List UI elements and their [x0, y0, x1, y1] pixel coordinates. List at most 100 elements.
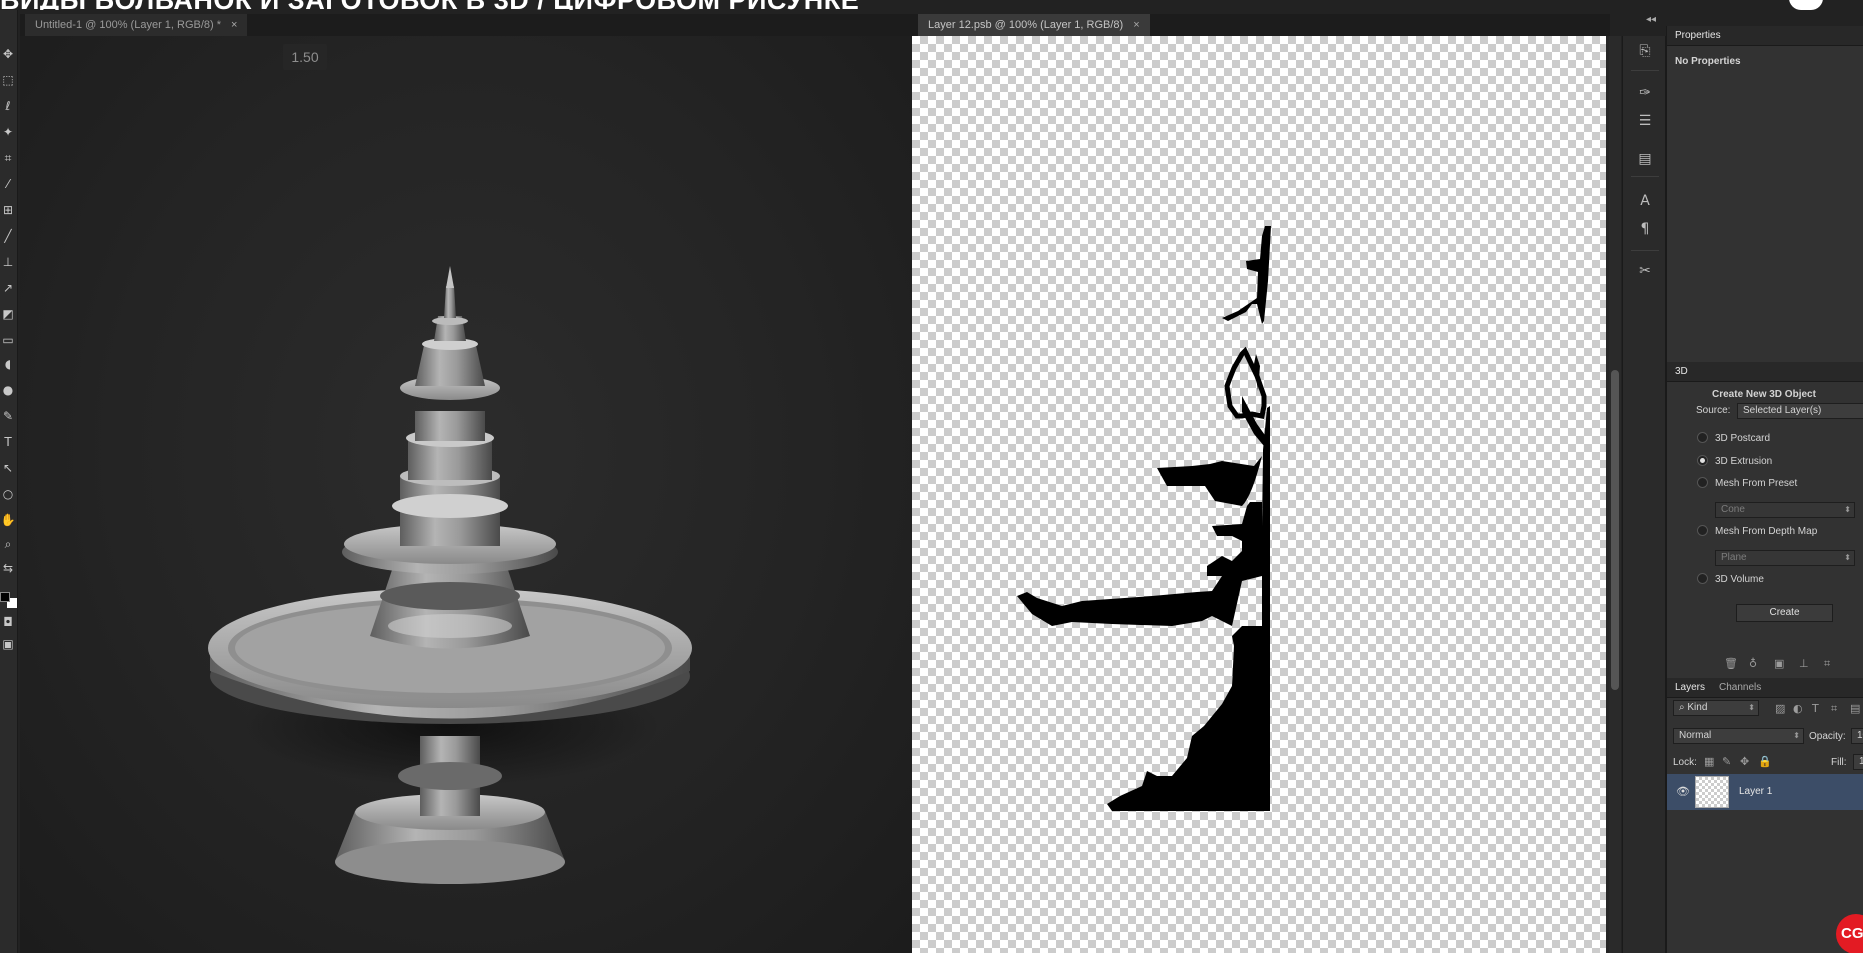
close-icon[interactable]: ×	[1133, 19, 1139, 31]
fill-input[interactable]: 10	[1853, 754, 1863, 770]
option-3d-postcard[interactable]: 3D Postcard	[1697, 431, 1771, 446]
source-select[interactable]: Selected Layer(s)	[1737, 403, 1863, 419]
chevron-down-icon: ⬍	[1748, 703, 1755, 712]
fountain-3d-render	[208, 266, 692, 884]
history-brush-tool-icon[interactable]: ↗	[0, 280, 16, 296]
history-panel-icon[interactable]: ⎘	[1636, 42, 1654, 60]
collapse-panels-icon[interactable]: ◂◂	[1646, 14, 1656, 25]
eyedropper-tool-icon[interactable]: ⁄	[0, 176, 16, 192]
crop-tool-icon[interactable]: ⌗	[0, 150, 16, 166]
color-swatches[interactable]	[0, 590, 18, 610]
radio-icon[interactable]	[1697, 572, 1708, 584]
adjustment-filter-icon[interactable]: ◐	[1793, 702, 1803, 715]
brush-tool-icon[interactable]: ╱	[0, 228, 16, 244]
left-tab-bar: Untitled-1 @ 100% (Layer 1, RGB/8) * ×	[20, 14, 912, 36]
create-button[interactable]: Create	[1736, 604, 1833, 622]
source-label: Source:	[1696, 405, 1731, 416]
eye-icon[interactable]: 👁	[1676, 785, 1690, 798]
healing-brush-tool-icon[interactable]: ⊞	[0, 202, 16, 218]
pen-tool-icon[interactable]: ✎	[0, 408, 16, 424]
option-label: 3D Postcard	[1715, 433, 1771, 444]
blur-tool-icon[interactable]: ◖	[0, 356, 16, 372]
lock-pixels-icon[interactable]: ✎	[1722, 755, 1731, 768]
tab-layer-12-psb[interactable]: Layer 12.psb @ 100% (Layer 1, RGB/8) ×	[918, 14, 1150, 36]
lock-position-icon[interactable]: ✥	[1740, 755, 1749, 768]
layer-kind-filter[interactable]: ⌕ Kind ⬍	[1673, 700, 1759, 716]
lock-label: Lock:	[1673, 757, 1697, 768]
brush-panel-icon[interactable]: ✑	[1636, 84, 1654, 102]
filter-icon[interactable]: ⌗	[1824, 657, 1830, 671]
zoom-tool-icon[interactable]: ⌕	[0, 536, 16, 552]
tab-label: Untitled-1 @ 100% (Layer 1, RGB/8) *	[35, 19, 222, 31]
shape-filter-icon[interactable]: ⌗	[1831, 702, 1837, 716]
smart-object-filter-icon[interactable]: ▤	[1850, 702, 1860, 715]
radio-icon[interactable]	[1697, 431, 1708, 443]
clone-stamp-tool-icon[interactable]: ⊥	[0, 254, 16, 270]
blend-mode-select[interactable]: Normal ⬍	[1673, 728, 1804, 744]
tab-channels[interactable]: Channels	[1719, 678, 1767, 698]
properties-panel: Properties No Properties	[1666, 26, 1863, 362]
layers-panel-header: Layers Channels	[1667, 678, 1863, 698]
option-3d-volume[interactable]: 3D Volume	[1697, 572, 1764, 587]
adjustments-panel-icon[interactable]: ☰	[1636, 112, 1654, 130]
pixel-filter-icon[interactable]: ▨	[1775, 702, 1785, 715]
tab-layers[interactable]: Layers	[1675, 678, 1711, 698]
depth-map-value: Plane	[1721, 552, 1747, 563]
light-icon[interactable]: ♁	[1749, 657, 1757, 670]
dock-separator	[1631, 250, 1659, 251]
fountain-profile-silhouette	[1017, 226, 1271, 811]
option-label: 3D Extrusion	[1715, 456, 1773, 467]
hand-tool-icon[interactable]: ✋	[0, 512, 16, 528]
fill-value: 10	[1859, 756, 1863, 767]
marquee-tool-icon[interactable]: ⬚	[0, 72, 16, 88]
screen-mode-icon[interactable]: ▣	[0, 636, 16, 652]
3d-viewport[interactable]: 1.50	[20, 36, 912, 953]
quick-mask-icon[interactable]: ◘	[0, 614, 16, 630]
shape-tool-icon[interactable]: ○	[0, 486, 16, 502]
zoom-badge: 1.50	[283, 44, 327, 70]
banner-button[interactable]	[1789, 0, 1823, 10]
tab-untitled-1[interactable]: Untitled-1 @ 100% (Layer 1, RGB/8) * ×	[25, 14, 248, 36]
preset-select[interactable]: Cone ⬍	[1715, 502, 1855, 518]
render-icon[interactable]: ⊥	[1799, 657, 1809, 670]
option-3d-extrusion[interactable]: 3D Extrusion	[1697, 454, 1773, 469]
lock-transparent-icon[interactable]: ▦	[1704, 755, 1714, 768]
blend-mode-value: Normal	[1679, 730, 1712, 741]
gradient-tool-icon[interactable]: ▭	[0, 332, 16, 348]
magic-wand-tool-icon[interactable]: ✦	[0, 124, 16, 140]
canvas-vertical-scrollbar[interactable]	[1609, 36, 1621, 953]
tool-presets-panel-icon[interactable]: ✂	[1636, 262, 1654, 280]
lasso-tool-icon[interactable]: ℓ	[0, 98, 16, 114]
character-panel-icon[interactable]: A	[1636, 192, 1654, 210]
path-selection-tool-icon[interactable]: ↖	[0, 460, 16, 476]
libraries-panel-icon[interactable]: ▤	[1636, 150, 1654, 168]
radio-selected-icon[interactable]	[1697, 454, 1708, 466]
option-label: Mesh From Depth Map	[1715, 526, 1818, 537]
opacity-input[interactable]: 10	[1851, 728, 1863, 744]
transparent-canvas[interactable]	[912, 36, 1606, 953]
new-object-icon[interactable]: ▣	[1774, 657, 1784, 670]
eraser-tool-icon[interactable]: ◩	[0, 306, 16, 322]
3d-panel-header: 3D	[1667, 362, 1863, 382]
tab-properties[interactable]: Properties	[1675, 26, 1727, 46]
tab-label: Layer 12.psb @ 100% (Layer 1, RGB/8)	[928, 19, 1124, 31]
paragraph-panel-icon[interactable]: ¶	[1636, 220, 1654, 238]
option-mesh-from-preset[interactable]: Mesh From Preset	[1697, 476, 1798, 491]
dodge-tool-icon[interactable]: ●	[0, 382, 16, 398]
scrollbar-thumb[interactable]	[1611, 370, 1619, 690]
type-tool-icon[interactable]: T	[0, 434, 16, 450]
depth-map-select[interactable]: Plane ⬍	[1715, 550, 1855, 566]
layer-row[interactable]: 👁 Layer 1	[1667, 774, 1863, 810]
type-filter-icon[interactable]: T	[1812, 702, 1819, 715]
option-label: Mesh From Preset	[1715, 478, 1798, 489]
swap-colors-icon[interactable]: ⇆	[0, 560, 16, 576]
option-mesh-from-depth-map[interactable]: Mesh From Depth Map	[1697, 524, 1818, 539]
close-icon[interactable]: ×	[231, 19, 237, 31]
trash-icon[interactable]: 🗑	[1724, 657, 1738, 670]
tab-3d[interactable]: 3D	[1675, 362, 1694, 382]
3d-panel: 3D Create New 3D Object Source: Selected…	[1666, 362, 1863, 678]
radio-icon[interactable]	[1697, 524, 1708, 536]
move-tool-icon[interactable]: ✥	[0, 46, 16, 62]
lock-all-icon[interactable]: 🔒	[1758, 755, 1772, 768]
radio-icon[interactable]	[1697, 476, 1708, 488]
